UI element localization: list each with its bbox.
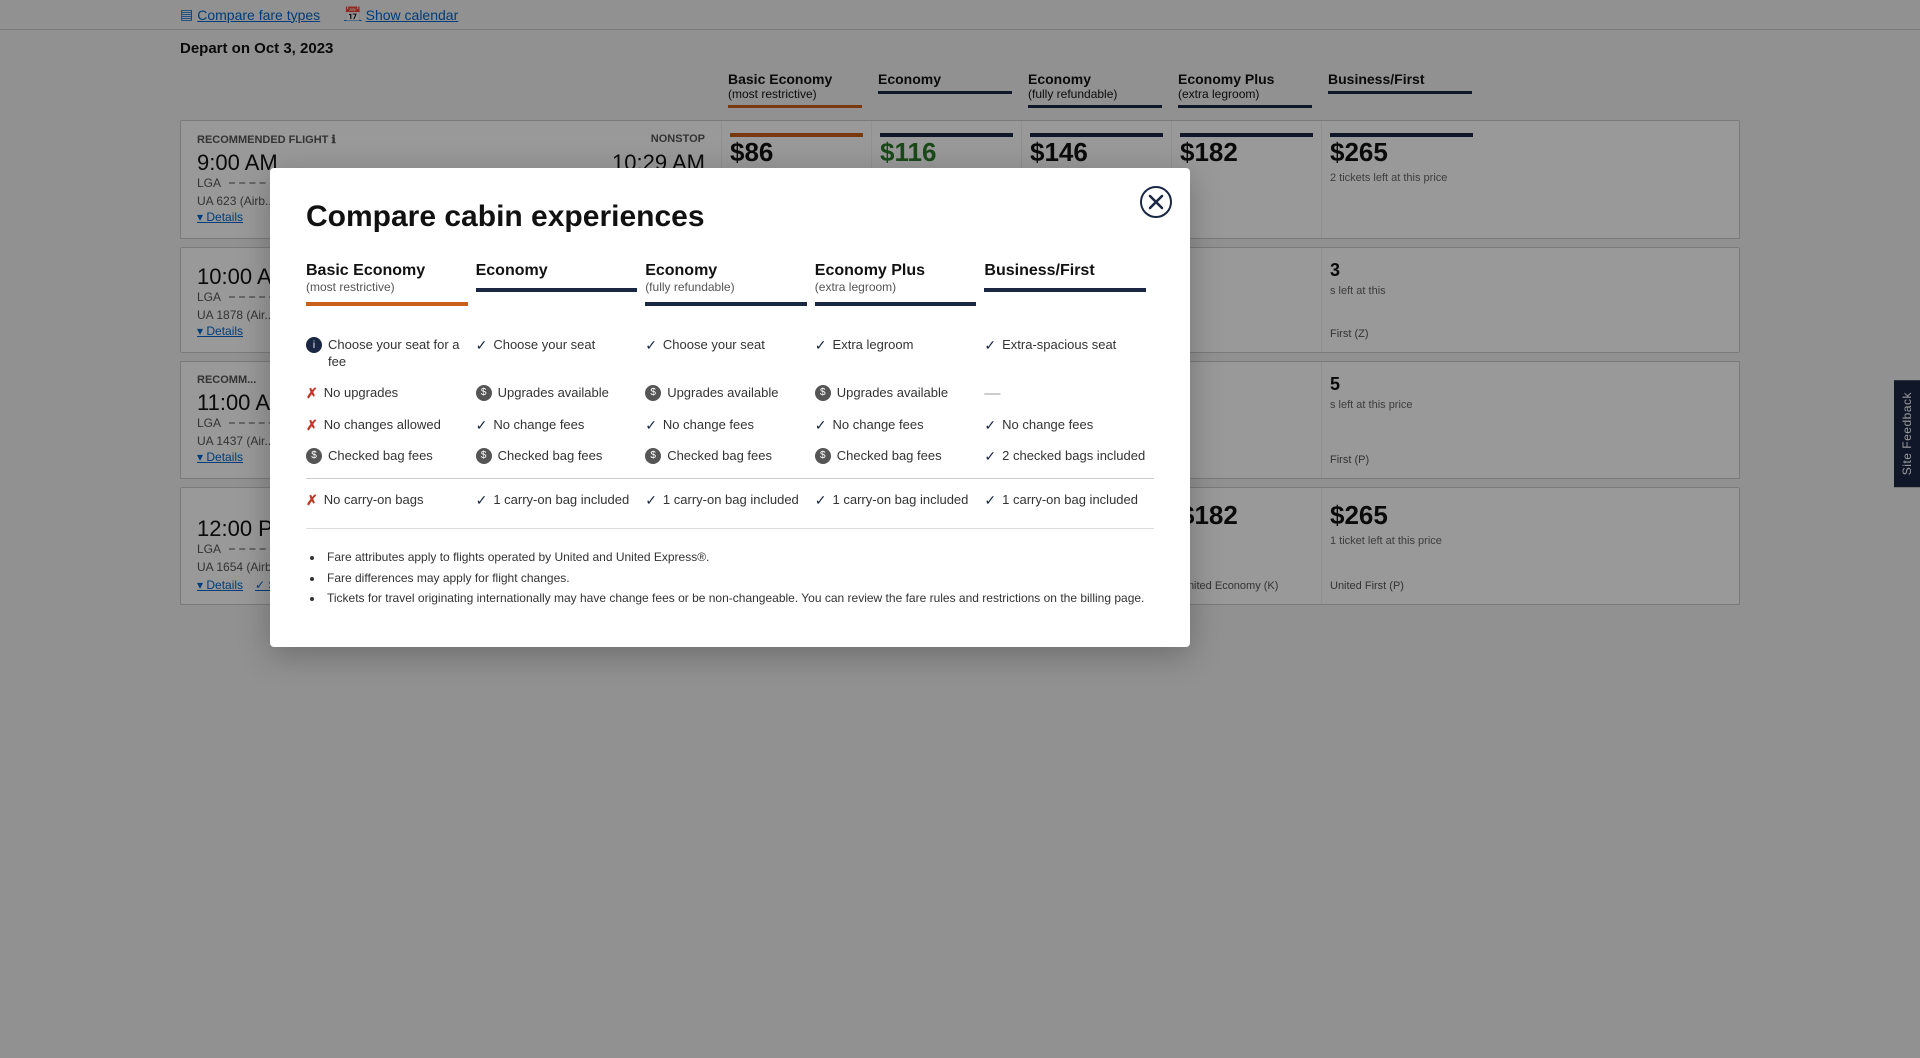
feature-upgrades-economy-ref: $ Upgrades available bbox=[645, 378, 815, 410]
dollar-icon: $ bbox=[476, 385, 492, 401]
feature-carryon-basic: ✗ No carry-on bags bbox=[306, 485, 476, 516]
check-icon: ✓ bbox=[984, 417, 996, 434]
compare-table: Basic Economy (most restrictive) Economy… bbox=[306, 262, 1154, 516]
feature-changes-economy-ref: ✓ No change fees bbox=[645, 410, 815, 441]
modal-close-button[interactable] bbox=[1138, 184, 1174, 220]
info-icon: i bbox=[306, 337, 322, 353]
dollar-icon: $ bbox=[645, 385, 661, 401]
dollar-icon: $ bbox=[815, 385, 831, 401]
feature-seat-economy-plus: ✓ Extra legroom bbox=[815, 330, 985, 378]
x-icon: ✗ bbox=[306, 417, 318, 434]
economy-refundable-indicator bbox=[645, 302, 807, 306]
check-icon: ✓ bbox=[984, 448, 996, 465]
check-icon: ✓ bbox=[645, 492, 657, 509]
feature-changes-business: ✓ No change fees bbox=[984, 410, 1154, 441]
check-icon: ✓ bbox=[645, 417, 657, 434]
x-icon: ✗ bbox=[306, 492, 318, 509]
feature-checked-economy-plus: $ Checked bag fees bbox=[815, 441, 985, 472]
check-icon: ✓ bbox=[476, 417, 488, 434]
footnote-3: Tickets for travel originating internati… bbox=[310, 590, 1154, 607]
footnotes-divider bbox=[306, 528, 1154, 529]
feature-checked-economy-ref: $ Checked bag fees bbox=[645, 441, 815, 472]
feature-upgrades-economy: $ Upgrades available bbox=[476, 378, 646, 410]
check-icon: ✓ bbox=[815, 417, 827, 434]
check-icon: ✓ bbox=[645, 337, 657, 354]
table-divider bbox=[306, 478, 1154, 479]
footnotes: Fare attributes apply to flights operate… bbox=[306, 549, 1154, 607]
feature-carryon-economy: ✓ 1 carry-on bag included bbox=[476, 485, 646, 516]
col-economy: Economy bbox=[476, 262, 646, 330]
dash-icon: — bbox=[984, 385, 1000, 403]
col-basic-economy: Basic Economy (most restrictive) bbox=[306, 262, 476, 330]
col-business-first: Business/First bbox=[984, 262, 1154, 330]
check-icon: ✓ bbox=[815, 492, 827, 509]
feature-changes-basic: ✗ No changes allowed bbox=[306, 410, 476, 441]
feature-changes-economy: ✓ No change fees bbox=[476, 410, 646, 441]
check-icon: ✓ bbox=[984, 337, 996, 354]
check-icon: ✓ bbox=[476, 337, 488, 354]
feature-changes-economy-plus: ✓ No change fees bbox=[815, 410, 985, 441]
feature-carryon-economy-ref: ✓ 1 carry-on bag included bbox=[645, 485, 815, 516]
economy-plus-indicator bbox=[815, 302, 977, 306]
economy-indicator bbox=[476, 288, 638, 292]
basic-economy-indicator bbox=[306, 302, 468, 306]
check-icon: ✓ bbox=[984, 492, 996, 509]
dollar-icon: $ bbox=[306, 448, 322, 464]
check-icon: ✓ bbox=[476, 492, 488, 509]
check-icon: ✓ bbox=[815, 337, 827, 354]
col-economy-plus: Economy Plus (extra legroom) bbox=[815, 262, 985, 330]
feature-seat-economy: ✓ Choose your seat bbox=[476, 330, 646, 378]
feature-seat-economy-ref: ✓ Choose your seat bbox=[645, 330, 815, 378]
feature-upgrades-basic: ✗ No upgrades bbox=[306, 378, 476, 410]
dollar-icon: $ bbox=[815, 448, 831, 464]
close-icon bbox=[1140, 186, 1172, 218]
feature-carryon-economy-plus: ✓ 1 carry-on bag included bbox=[815, 485, 985, 516]
feature-checked-business: ✓ 2 checked bags included bbox=[984, 441, 1154, 472]
dollar-icon: $ bbox=[645, 448, 661, 464]
page-background: ▤ Compare fare types 📅 Show calendar Dep… bbox=[0, 0, 1920, 1058]
footnote-2: Fare differences may apply for flight ch… bbox=[310, 570, 1154, 587]
footnote-1: Fare attributes apply to flights operate… bbox=[310, 549, 1154, 566]
feature-checked-basic: $ Checked bag fees bbox=[306, 441, 476, 472]
feature-checked-economy: $ Checked bag fees bbox=[476, 441, 646, 472]
feature-upgrades-economy-plus: $ Upgrades available bbox=[815, 378, 985, 410]
col-economy-refundable: Economy (fully refundable) bbox=[645, 262, 815, 330]
feature-carryon-business: ✓ 1 carry-on bag included bbox=[984, 485, 1154, 516]
feature-seat-business: ✓ Extra-spacious seat bbox=[984, 330, 1154, 378]
compare-cabin-modal: Compare cabin experiences Basic Economy … bbox=[270, 168, 1190, 647]
dollar-icon: $ bbox=[476, 448, 492, 464]
feature-upgrades-business: — bbox=[984, 378, 1154, 410]
business-first-indicator bbox=[984, 288, 1146, 292]
modal-title: Compare cabin experiences bbox=[306, 200, 1154, 234]
x-icon: ✗ bbox=[306, 385, 318, 402]
feature-seat-basic: i Choose your seat for a fee bbox=[306, 330, 476, 378]
